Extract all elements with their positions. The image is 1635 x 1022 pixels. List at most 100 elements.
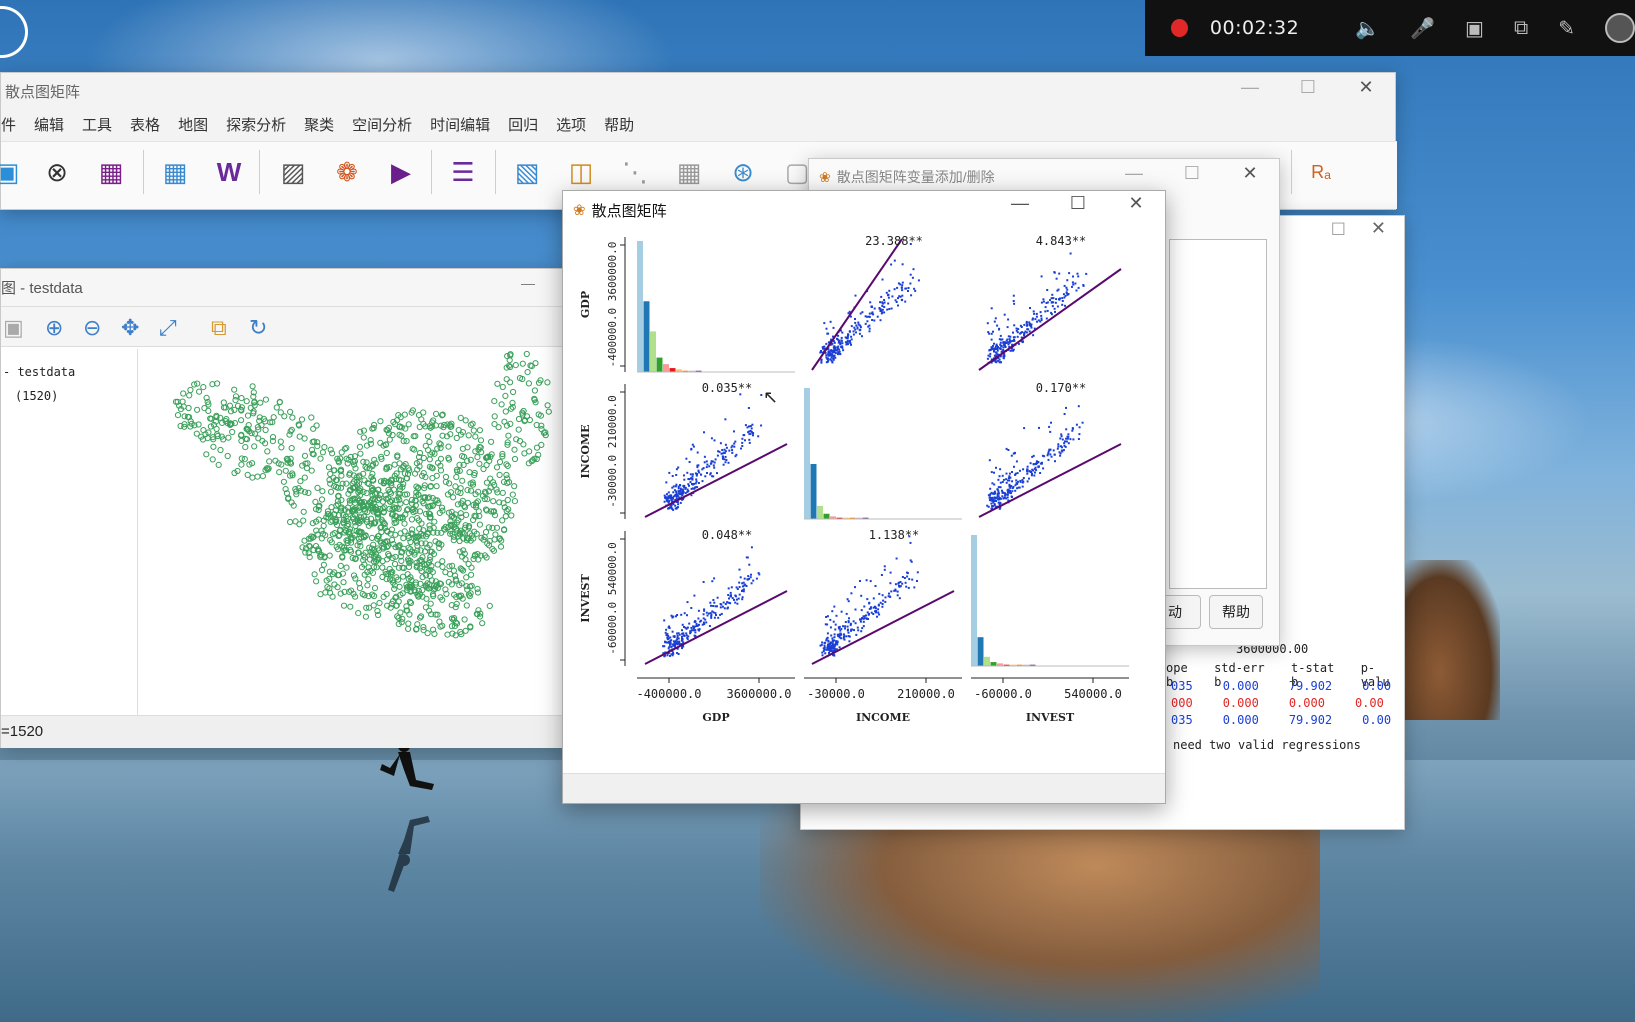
map-minimize-button[interactable]: — [521,275,535,291]
sm-close-button[interactable]: ✕ [1107,193,1165,214]
scatter-point [1011,496,1013,498]
scatter-point [677,492,680,495]
scatter-point [999,468,1002,471]
map-point [286,431,293,438]
results-close-button[interactable]: ✕ [1371,218,1386,239]
microphone-icon[interactable]: 🎤 [1410,16,1435,41]
menu-space[interactable]: 空间分析 [352,114,412,135]
menu-bar: 件 编辑 工具 表格 地图 探索分析 聚类 空间分析 时间编辑 回归 选项 帮助 [1,109,634,139]
histogram-icon[interactable]: ▧ [507,152,547,192]
variable-list[interactable] [1169,239,1267,589]
map-icon[interactable]: ▨ [273,152,313,192]
background-runner-silhouette [380,740,434,892]
main-close-button[interactable]: ✕ [1337,77,1395,98]
results-maximize-button[interactable]: ☐ [1331,220,1346,240]
selection-icon[interactable]: ☰ [443,152,483,192]
cluster-map-icon[interactable]: ❁ [327,152,367,192]
help-button[interactable]: 帮助 [1209,595,1263,629]
var-minimize-button[interactable]: — [1105,163,1163,184]
scatter-point [744,439,746,442]
regression-icon[interactable]: Rₐ [1301,152,1341,192]
play-icon[interactable]: ▶ [381,152,421,192]
desktop-app-icon[interactable] [0,6,28,58]
var-close-button[interactable]: ✕ [1221,163,1279,184]
scatter-matrix-icon[interactable]: ▦ [669,152,709,192]
open-folder-icon[interactable]: ▣ [0,152,27,192]
var-maximize-button[interactable]: ☐ [1163,163,1221,184]
scatter-point [728,601,731,604]
menu-clusters[interactable]: 聚类 [304,114,334,135]
close-project-icon[interactable]: ⊗ [37,152,77,192]
zoom-in-icon[interactable]: ⊕ [45,315,63,341]
scatter-point [1053,271,1056,274]
camera-icon[interactable] [1605,13,1635,43]
scatter-point [1005,447,1008,450]
scatter-point [847,620,850,623]
bubble-chart-icon[interactable]: ⊛ [723,152,763,192]
refresh-icon[interactable]: ↻ [249,315,267,341]
scatter-point [990,307,993,310]
menu-explore[interactable]: 探索分析 [226,114,286,135]
pan-icon[interactable]: ✥ [121,315,139,341]
scatter-point [858,332,861,335]
layer-icon[interactable]: ▣ [3,315,24,341]
scatter-point [872,597,875,600]
weights-icon[interactable]: W [209,152,249,192]
scatter-plot-icon[interactable]: ⋱ [615,152,655,192]
scatter-point [702,617,705,620]
boxplot-icon[interactable]: ◫ [561,152,601,192]
save-icon[interactable]: ▦ [91,152,131,192]
scatter-point [1047,450,1050,453]
scatter-point [701,480,704,483]
menu-options[interactable]: 选项 [556,114,586,135]
var-window-title: 散点图矩阵变量添加/删除 [836,169,995,185]
scatter-point [826,332,829,335]
sm-minimize-button[interactable]: — [991,193,1049,214]
map-point [465,432,472,439]
scatter-matrix-chart[interactable]: 23.388** 4.843** -400000.0 3600000.0 GDP 0.0… [563,229,1165,775]
menu-file[interactable]: 件 [1,114,16,135]
sm-maximize-button[interactable]: ☐ [1049,193,1107,214]
main-maximize-button[interactable]: ☐ [1279,77,1337,98]
zoom-out-icon[interactable]: ⊖ [83,315,101,341]
scatter-point [1051,293,1054,296]
table-icon[interactable]: ▦ [155,152,195,192]
pen-icon[interactable]: ✎ [1558,16,1575,41]
map-point [486,602,493,609]
scatter-point [1061,446,1063,449]
basemap-icon[interactable]: ⧉ [211,315,227,341]
layer-name[interactable]: - testdata [3,365,75,379]
scatter-point [844,621,847,623]
crop-icon[interactable]: ⧉ [1514,17,1528,40]
scatter-point [840,637,842,640]
map-canvas[interactable] [141,349,567,715]
full-extent-icon[interactable]: ⤢ [159,315,177,341]
menu-table[interactable]: 表格 [130,114,160,135]
scatter-point [907,290,909,292]
menu-regression[interactable]: 回归 [508,114,538,135]
scatter-point [993,504,996,506]
menu-map[interactable]: 地图 [178,114,208,135]
scatter-matrix-title: 散点图矩阵 [591,202,667,220]
scatter-point [893,288,896,291]
menu-help[interactable]: 帮助 [604,114,634,135]
scatter-point [705,466,708,469]
screenshot-icon[interactable]: ▣ [1465,16,1484,41]
map-point [487,475,494,482]
map-point [379,564,386,571]
scatter-point [663,619,666,622]
menu-time[interactable]: 时间编辑 [430,114,490,135]
record-stop-button[interactable] [1171,19,1188,37]
map-point [463,602,470,609]
layer-panel: - testdata (1520) [1,349,138,715]
speaker-icon[interactable]: 🔈 [1355,16,1380,41]
menu-tools[interactable]: 工具 [82,114,112,135]
y-axis-tick-labels: -400000.0 3600000.0 [606,242,619,368]
main-minimize-button[interactable]: — [1221,77,1279,98]
scatter-point [683,474,685,477]
scatter-point [1011,471,1013,473]
map-point [498,401,505,408]
scatter-point [691,475,694,478]
menu-edit[interactable]: 编辑 [34,114,64,135]
scatter-point [846,598,849,601]
